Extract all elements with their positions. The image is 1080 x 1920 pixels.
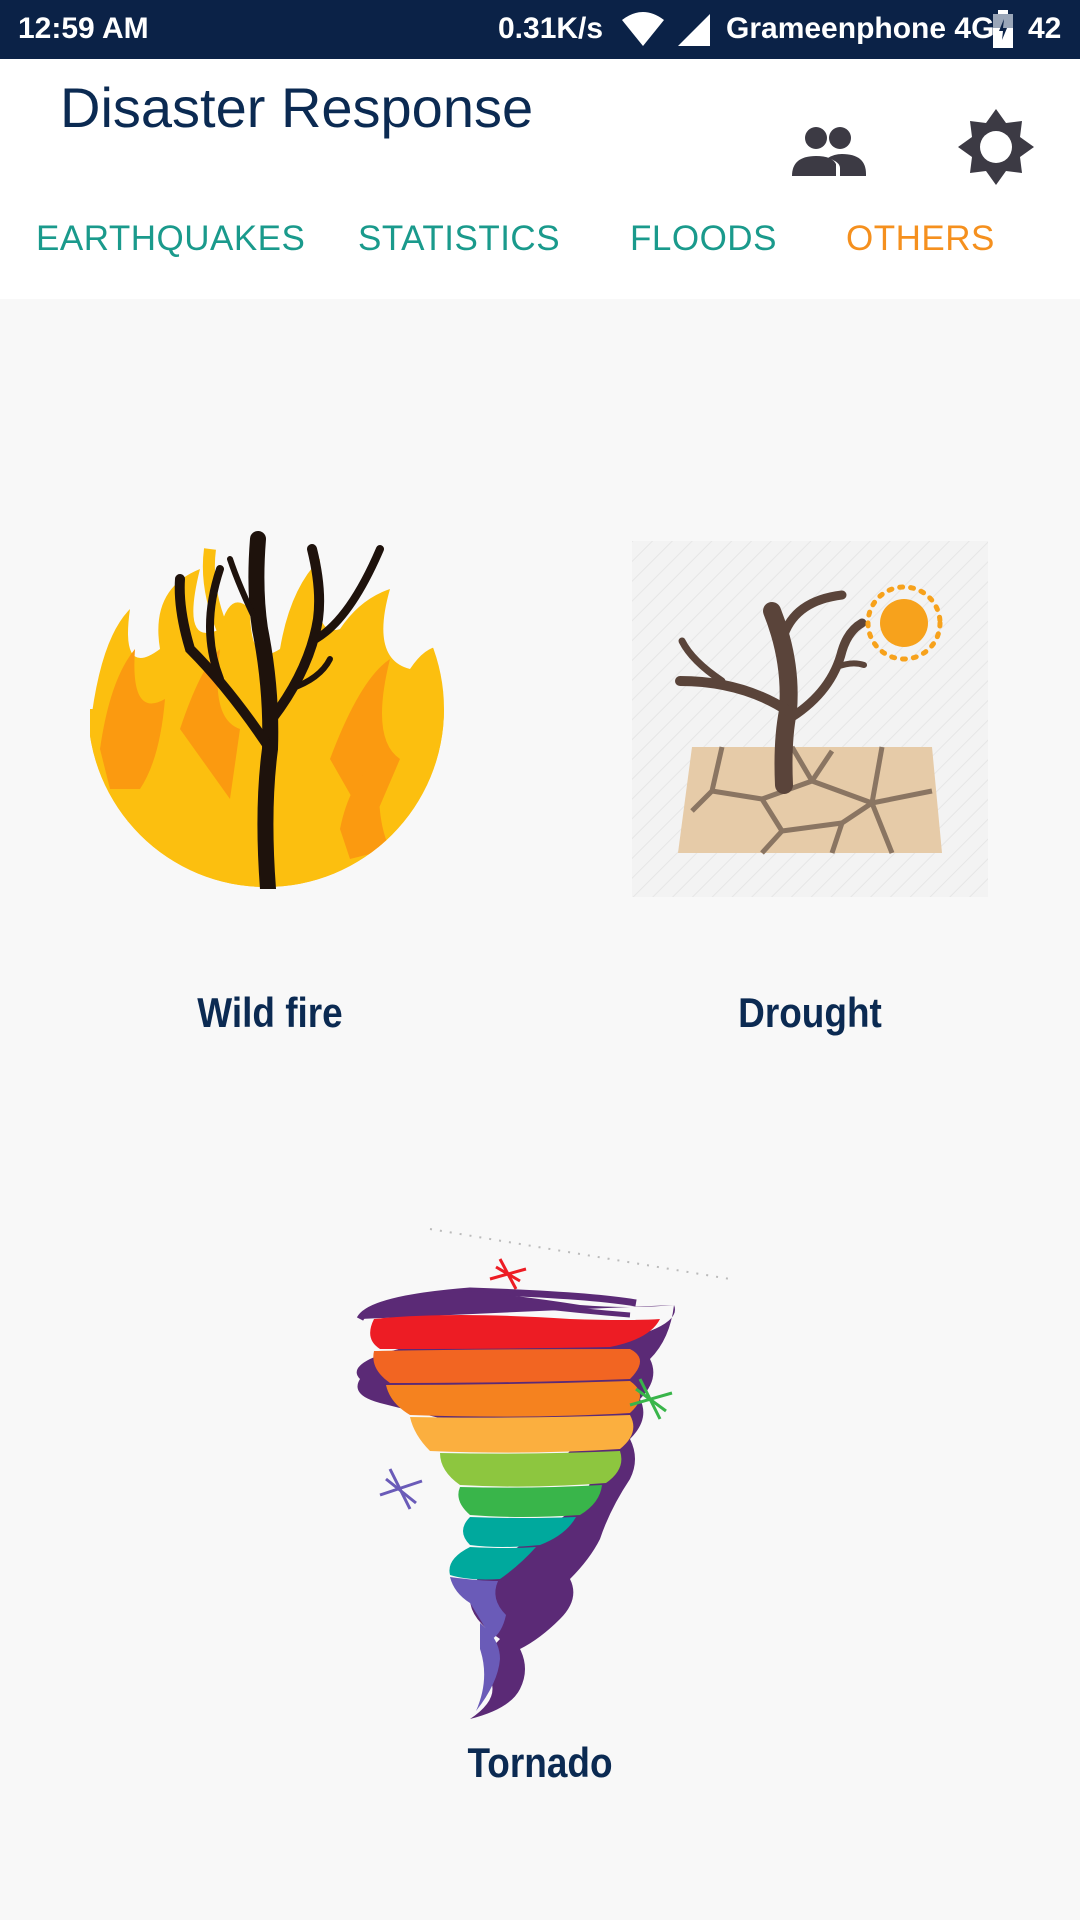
battery-icon (993, 10, 1013, 48)
tornado-card[interactable]: Tornado (330, 1219, 750, 1839)
drought-label: Drought (738, 989, 882, 1036)
tab-earthquakes[interactable]: EARTHQUAKES (36, 204, 305, 274)
status-bar: 12:59 AM 0.31K/s Grameenphone 4G 42 (0, 0, 1080, 59)
tab-bar: EARTHQUAKES STATISTICS FLOODS OTHERS (0, 204, 1080, 274)
tab-others[interactable]: OTHERS (846, 204, 995, 274)
wildfire-icon (90, 531, 444, 889)
wildfire-label: Wild fire (197, 989, 343, 1036)
tab-floods[interactable]: FLOODS (630, 204, 777, 274)
wildfire-card[interactable]: Wild fire (60, 529, 480, 1109)
tornado-label: Tornado (467, 1739, 613, 1786)
wifi-icon (622, 12, 664, 46)
settings-button[interactable] (956, 107, 1036, 187)
app-bar: Disaster Response EARTHQUAKES STATISTICS… (0, 59, 1080, 299)
tornado-icon (356, 1228, 731, 1719)
status-carrier: Grameenphone 4G (726, 12, 995, 45)
drought-icon (632, 541, 988, 897)
people-icon (792, 127, 866, 176)
disaster-grid: Wild fire Drought Tornado (0, 299, 1080, 1920)
signal-icon (678, 14, 710, 46)
settings-icon (958, 109, 1034, 185)
tab-statistics[interactable]: STATISTICS (358, 204, 560, 274)
drought-card[interactable]: Drought (600, 529, 1020, 1109)
people-button[interactable] (788, 114, 868, 194)
status-time: 12:59 AM (18, 12, 149, 45)
status-battery-level: 42 (1028, 12, 1062, 45)
status-network-speed: 0.31K/s (498, 12, 604, 45)
page-title: Disaster Response (60, 76, 534, 139)
